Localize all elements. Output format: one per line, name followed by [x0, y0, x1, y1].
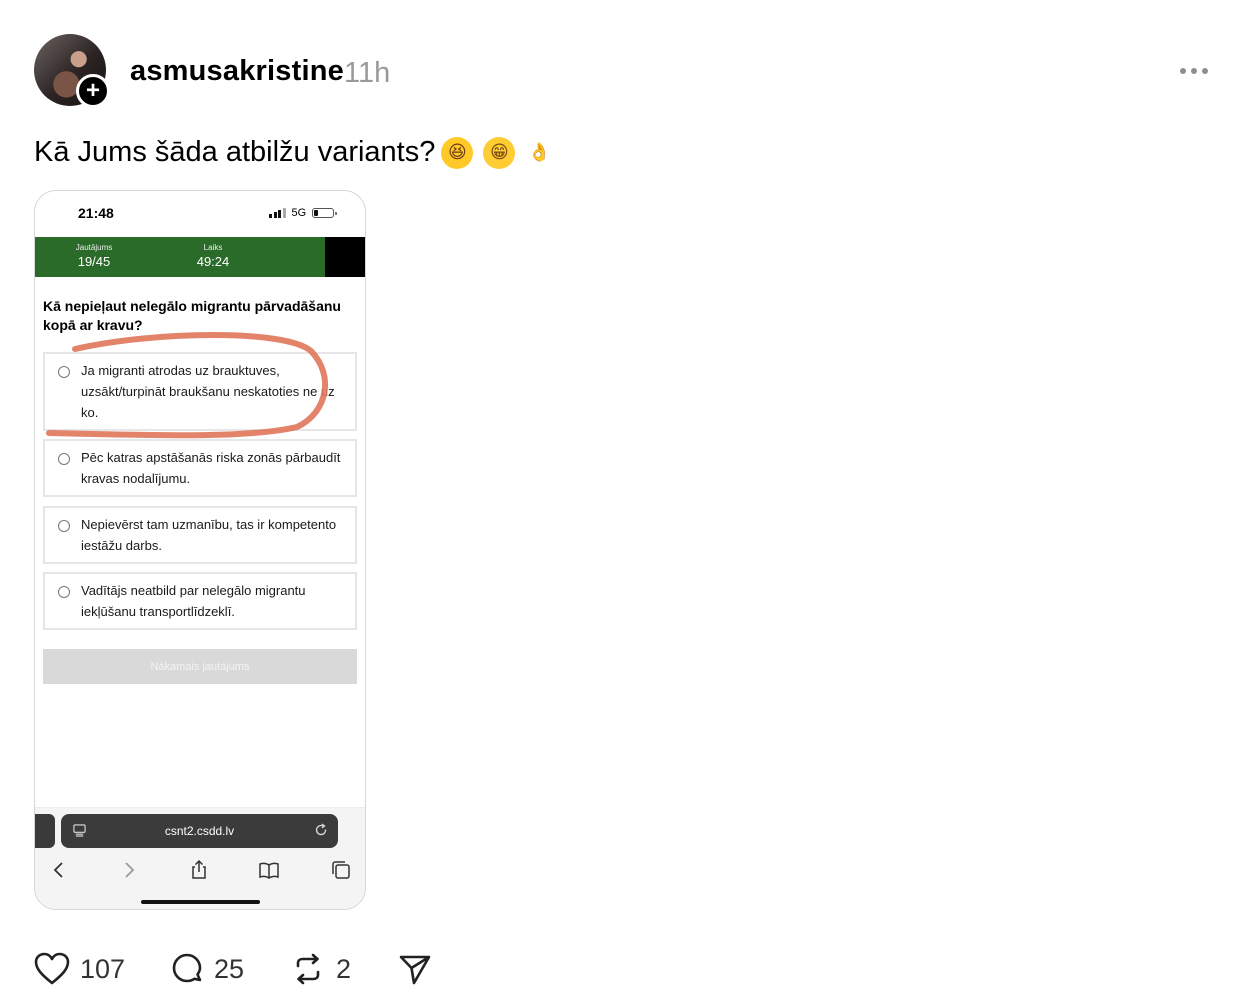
network-label: 5G — [291, 207, 307, 219]
radio-button-icon[interactable] — [58, 586, 70, 598]
quiz-question: Kā nepieļaut nelegālo migrantu pārvadāša… — [43, 298, 341, 333]
status-time: 21:48 — [78, 205, 114, 221]
dot-icon — [1180, 68, 1186, 74]
repost-button[interactable]: 2 — [290, 948, 351, 990]
laughing-emoji-icon: 😆 — [441, 136, 474, 169]
radio-button-icon[interactable] — [58, 366, 70, 378]
comment-bubble-icon — [172, 953, 202, 983]
reload-icon[interactable] — [314, 823, 328, 837]
dot-icon — [1191, 68, 1197, 74]
answer-option-3[interactable]: Nepievērst tam uzmanību, tas ir kompeten… — [43, 506, 357, 564]
post-text: Kā Jums šāda atbilžu variants? 😆 😁 👌 — [34, 136, 553, 169]
back-icon[interactable] — [47, 858, 71, 882]
url-bar[interactable]: csnt2.csdd.lv — [61, 814, 338, 848]
comment-button[interactable]: 25 — [170, 948, 244, 990]
send-paper-plane-icon — [399, 955, 431, 985]
question-counter: Jautājums 19/45 — [73, 243, 115, 269]
answer-option-text: Vadītājs neatbild par nelegālo migrantu … — [81, 583, 306, 619]
home-indicator — [141, 900, 260, 904]
signal-icon — [269, 208, 286, 218]
answer-option-1[interactable]: Ja migranti atrodas uz brauktuves, uzsāk… — [43, 352, 357, 431]
forward-icon[interactable] — [117, 858, 141, 882]
heart-icon — [34, 952, 70, 985]
repost-count: 2 — [336, 953, 352, 984]
post-timestamp: 11h — [344, 57, 391, 89]
follow-plus-icon[interactable]: + — [76, 74, 110, 108]
share-icon[interactable] — [187, 858, 211, 882]
radio-button-icon[interactable] — [58, 453, 70, 465]
page-menu-icon[interactable] — [73, 824, 86, 837]
timer: Laiks 49:24 — [193, 243, 233, 269]
url-text: csnt2.csdd.lv — [164, 824, 235, 838]
answer-option-4[interactable]: Vadītājs neatbild par nelegālo migrantu … — [43, 572, 357, 630]
username[interactable]: asmusakristine — [130, 55, 344, 88]
comment-count: 25 — [214, 953, 245, 984]
avatar-container[interactable]: + — [34, 34, 110, 108]
quiz-header-bar: Jautājums 19/45 Laiks 49:24 — [35, 237, 325, 277]
answer-option-text: Nepievērst tam uzmanību, tas ir kompeten… — [81, 517, 337, 553]
more-options-button[interactable] — [1180, 62, 1214, 80]
quiz-header-black-block — [325, 237, 365, 277]
ok-hand-emoji-icon: 👌 — [528, 142, 551, 162]
like-count: 107 — [80, 953, 126, 984]
next-question-button[interactable]: Nākamais jautājums — [43, 649, 357, 684]
browser-toolbar: csnt2.csdd.lv — [35, 807, 365, 909]
like-button[interactable]: 107 — [34, 948, 125, 990]
timer-label: Laiks — [203, 243, 223, 252]
previous-tab-preview[interactable] — [35, 814, 55, 848]
post-caption: Kā Jums šāda atbilžu variants? — [34, 136, 436, 168]
share-button[interactable] — [398, 948, 432, 990]
answer-option-2[interactable]: Pēc katras apstāšanās riska zonās pārbau… — [43, 439, 357, 497]
timer-value: 49:24 — [196, 254, 230, 269]
post-image-screenshot[interactable]: 21:48 5G Jautājums 19/45 Laiks 49:24 Kā … — [34, 190, 366, 910]
browser-nav-icons — [35, 854, 365, 886]
repost-icon — [296, 953, 320, 985]
dot-icon — [1202, 68, 1208, 74]
bookmarks-icon[interactable] — [257, 858, 281, 882]
answer-option-text: Ja migranti atrodas uz brauktuves, uzsāk… — [81, 363, 335, 420]
answer-option-text: Pēc katras apstāšanās riska zonās pārbau… — [81, 450, 341, 486]
radio-button-icon[interactable] — [58, 520, 70, 532]
tabs-icon[interactable] — [329, 858, 353, 882]
battery-icon — [312, 208, 338, 218]
status-indicators: 5G — [269, 207, 338, 219]
question-counter-value: 19/45 — [77, 254, 111, 269]
question-counter-label: Jautājums — [75, 243, 113, 252]
phone-status-bar: 21:48 5G — [35, 191, 365, 237]
grinning-emoji-icon: 😁 — [483, 136, 516, 169]
